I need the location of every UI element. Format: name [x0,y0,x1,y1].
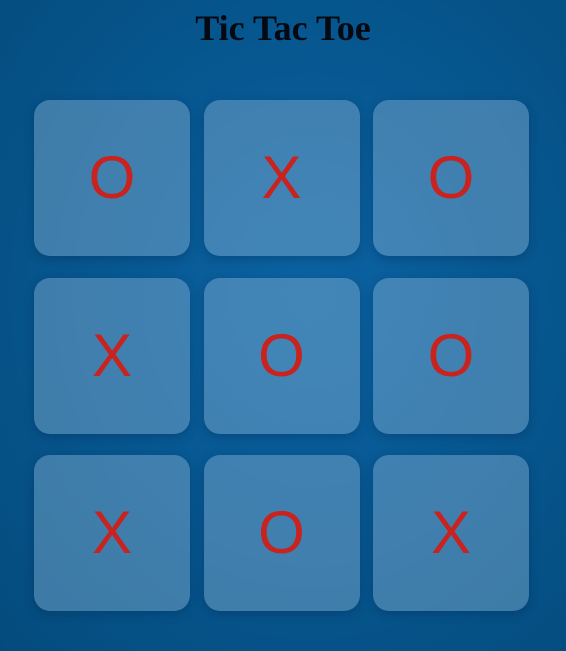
cell-mark: X [430,499,472,566]
cell-mark: O [427,321,475,389]
board-cell-3[interactable]: O [373,100,529,256]
cell-mark: O [258,499,305,566]
board-cell-5[interactable]: O [203,277,360,434]
cell-mark: X [91,321,133,389]
board-cell-6[interactable]: O [373,277,529,434]
cell-mark: O [88,144,136,211]
page-title: Tic Tac Toe [195,8,371,48]
cell-mark: X [261,144,302,211]
board-cell-2[interactable]: X [203,100,360,256]
board-cell-7[interactable]: X [34,455,190,611]
cell-mark: O [258,321,305,389]
board-cell-9[interactable]: X [373,455,529,611]
board-cell-4[interactable]: X [34,277,190,434]
game-board: O X O X O O X O X [34,100,529,611]
board-cell-8[interactable]: O [203,455,360,611]
cell-mark: O [427,144,475,211]
cell-mark: X [91,499,133,566]
board-cell-1[interactable]: O [34,100,190,256]
